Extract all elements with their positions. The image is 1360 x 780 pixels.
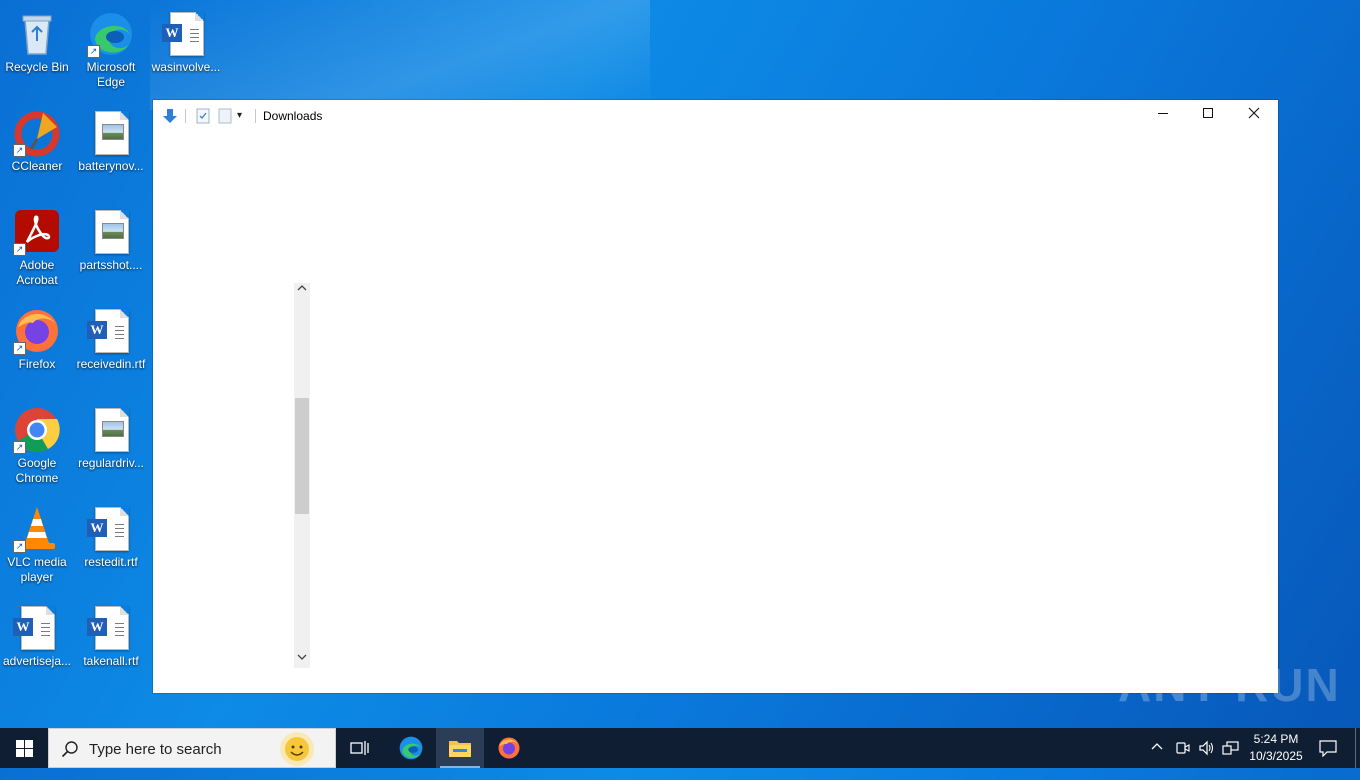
ccleaner-icon: ↗ xyxy=(13,109,61,157)
word-document-icon: W xyxy=(87,505,135,553)
scrollbar-thumb[interactable] xyxy=(295,398,309,514)
show-hidden-icons-icon[interactable] xyxy=(1150,740,1164,780)
clock-date: 10/3/2025 xyxy=(1249,749,1303,763)
taskbar-file-explorer-button[interactable] xyxy=(436,728,484,768)
desktop-icon-firefox[interactable]: ↗ Firefox xyxy=(1,301,73,372)
toolbar-separator xyxy=(255,109,256,123)
shortcut-arrow-icon: ↗ xyxy=(13,243,26,256)
recycle-bin-icon xyxy=(13,10,61,58)
taskbar-edge-button[interactable] xyxy=(387,728,435,768)
download-arrow-icon[interactable] xyxy=(162,108,178,124)
desktop-icon-label: Adobe Acrobat xyxy=(16,258,58,287)
microsoft-edge-icon xyxy=(398,735,424,766)
desktop-icon-restedit[interactable]: W restedit.rtf xyxy=(75,499,147,570)
vertical-scrollbar[interactable] xyxy=(294,283,310,668)
search-placeholder: Type here to search xyxy=(89,741,222,758)
word-document-icon: W xyxy=(87,604,135,652)
google-chrome-icon: ↗ xyxy=(13,406,61,454)
image-file-icon xyxy=(87,406,135,454)
desktop-icon-label: wasinvolve... xyxy=(151,60,221,74)
shortcut-arrow-icon: ↗ xyxy=(13,342,26,355)
minimize-button[interactable] xyxy=(1140,100,1186,130)
desktop-icon-label: VLC media player xyxy=(7,555,67,584)
explorer-window[interactable]: ▾ Downloads xyxy=(153,100,1278,693)
maximize-icon xyxy=(1202,106,1214,123)
desktop-icon-regulardriv[interactable]: regulardriv... xyxy=(75,400,147,471)
notifications-icon[interactable] xyxy=(1318,739,1338,779)
firefox-icon xyxy=(497,736,521,765)
taskbar: Type here to search 5:24 PM 10/3/2025 xyxy=(0,728,1360,768)
desktop-icon-label: Microsoft Edge xyxy=(86,60,136,89)
image-file-icon xyxy=(87,109,135,157)
desktop-icon-label: Firefox xyxy=(18,357,56,371)
desktop-icon-google-chrome[interactable]: ↗ Google Chrome xyxy=(1,400,73,486)
desktop-icon-receivedin[interactable]: W receivedin.rtf xyxy=(75,301,147,372)
desktop-icon-label: CCleaner xyxy=(11,159,63,173)
desktop-icon-partsshot[interactable]: partsshot.... xyxy=(75,202,147,273)
sun-smiley-icon xyxy=(277,730,317,773)
system-clock[interactable]: 5:24 PM 10/3/2025 xyxy=(1249,731,1303,765)
task-view-icon xyxy=(350,739,370,762)
meet-now-icon[interactable] xyxy=(1175,740,1191,780)
desktop-icon-label: Google Chrome xyxy=(15,456,59,485)
desktop-icon-label: receivedin.rtf xyxy=(76,357,146,371)
clock-time: 5:24 PM xyxy=(1253,732,1299,746)
desktop-icon-takenall[interactable]: W takenall.rtf xyxy=(75,598,147,669)
search-icon xyxy=(61,740,79,763)
word-document-icon: W xyxy=(13,604,61,652)
toolbar-separator xyxy=(185,109,186,123)
close-button[interactable] xyxy=(1231,100,1277,130)
word-document-icon: W xyxy=(87,307,135,355)
maximize-button[interactable] xyxy=(1185,100,1231,130)
shortcut-arrow-icon: ↗ xyxy=(13,144,26,157)
desktop-icon-label: regulardriv... xyxy=(78,456,144,470)
properties-icon[interactable] xyxy=(195,108,211,124)
desktop-icon-recycle-bin[interactable]: Recycle Bin xyxy=(1,4,73,75)
close-icon xyxy=(1248,106,1260,123)
network-icon[interactable] xyxy=(1222,740,1240,780)
desktop-icon-batterynov[interactable]: batterynov... xyxy=(75,103,147,174)
adobe-acrobat-icon: ↗ xyxy=(13,208,61,256)
microsoft-edge-icon: ↗ xyxy=(87,10,135,58)
start-button[interactable] xyxy=(0,728,48,768)
desktop-icon-label: batterynov... xyxy=(78,159,144,173)
image-file-icon xyxy=(87,208,135,256)
wallpaper-glow xyxy=(150,0,650,110)
file-explorer-icon xyxy=(448,738,472,763)
desktop-icon-vlc[interactable]: ↗ VLC media player xyxy=(1,499,73,585)
scroll-up-icon[interactable] xyxy=(294,283,310,299)
windows-logo-icon xyxy=(16,740,33,762)
window-title: Downloads xyxy=(263,109,323,123)
desktop-icon-label: Recycle Bin xyxy=(5,60,69,74)
desktop-icon-ccleaner[interactable]: ↗ CCleaner xyxy=(1,103,73,174)
desktop-icon-adobe-acrobat[interactable]: ↗ Adobe Acrobat xyxy=(1,202,73,288)
customize-quick-access-icon[interactable]: ▾ xyxy=(237,110,242,126)
desktop-icon-advertiseja[interactable]: W advertiseja... xyxy=(1,598,73,669)
firefox-icon: ↗ xyxy=(13,307,61,355)
desktop-icon-label: restedit.rtf xyxy=(84,555,138,569)
search-box[interactable]: Type here to search xyxy=(48,728,336,768)
shortcut-arrow-icon: ↗ xyxy=(87,45,100,58)
desktop-icon-wasinvolve[interactable]: W wasinvolve... xyxy=(150,4,222,75)
anyrun-watermark: ANY RUN xyxy=(1118,659,1341,711)
shortcut-arrow-icon: ↗ xyxy=(13,540,26,553)
taskbar-firefox-button[interactable] xyxy=(485,728,533,768)
title-bar[interactable]: ▾ Downloads xyxy=(153,100,1278,131)
minimize-icon xyxy=(1157,106,1169,123)
desktop-icon-label: partsshot.... xyxy=(79,258,143,272)
task-view-button[interactable] xyxy=(336,728,384,768)
vlc-cone-icon: ↗ xyxy=(13,505,61,553)
desktop-icon-microsoft-edge[interactable]: ↗ Microsoft Edge xyxy=(75,4,147,90)
scroll-down-icon[interactable] xyxy=(294,652,310,668)
show-desktop-divider[interactable] xyxy=(1355,728,1356,768)
new-folder-icon[interactable] xyxy=(217,108,233,124)
desktop-icon-label: advertiseja... xyxy=(2,654,72,668)
volume-icon[interactable] xyxy=(1198,740,1216,780)
word-document-icon: W xyxy=(162,10,210,58)
shortcut-arrow-icon: ↗ xyxy=(13,441,26,454)
desktop-icon-label: takenall.rtf xyxy=(83,654,139,668)
